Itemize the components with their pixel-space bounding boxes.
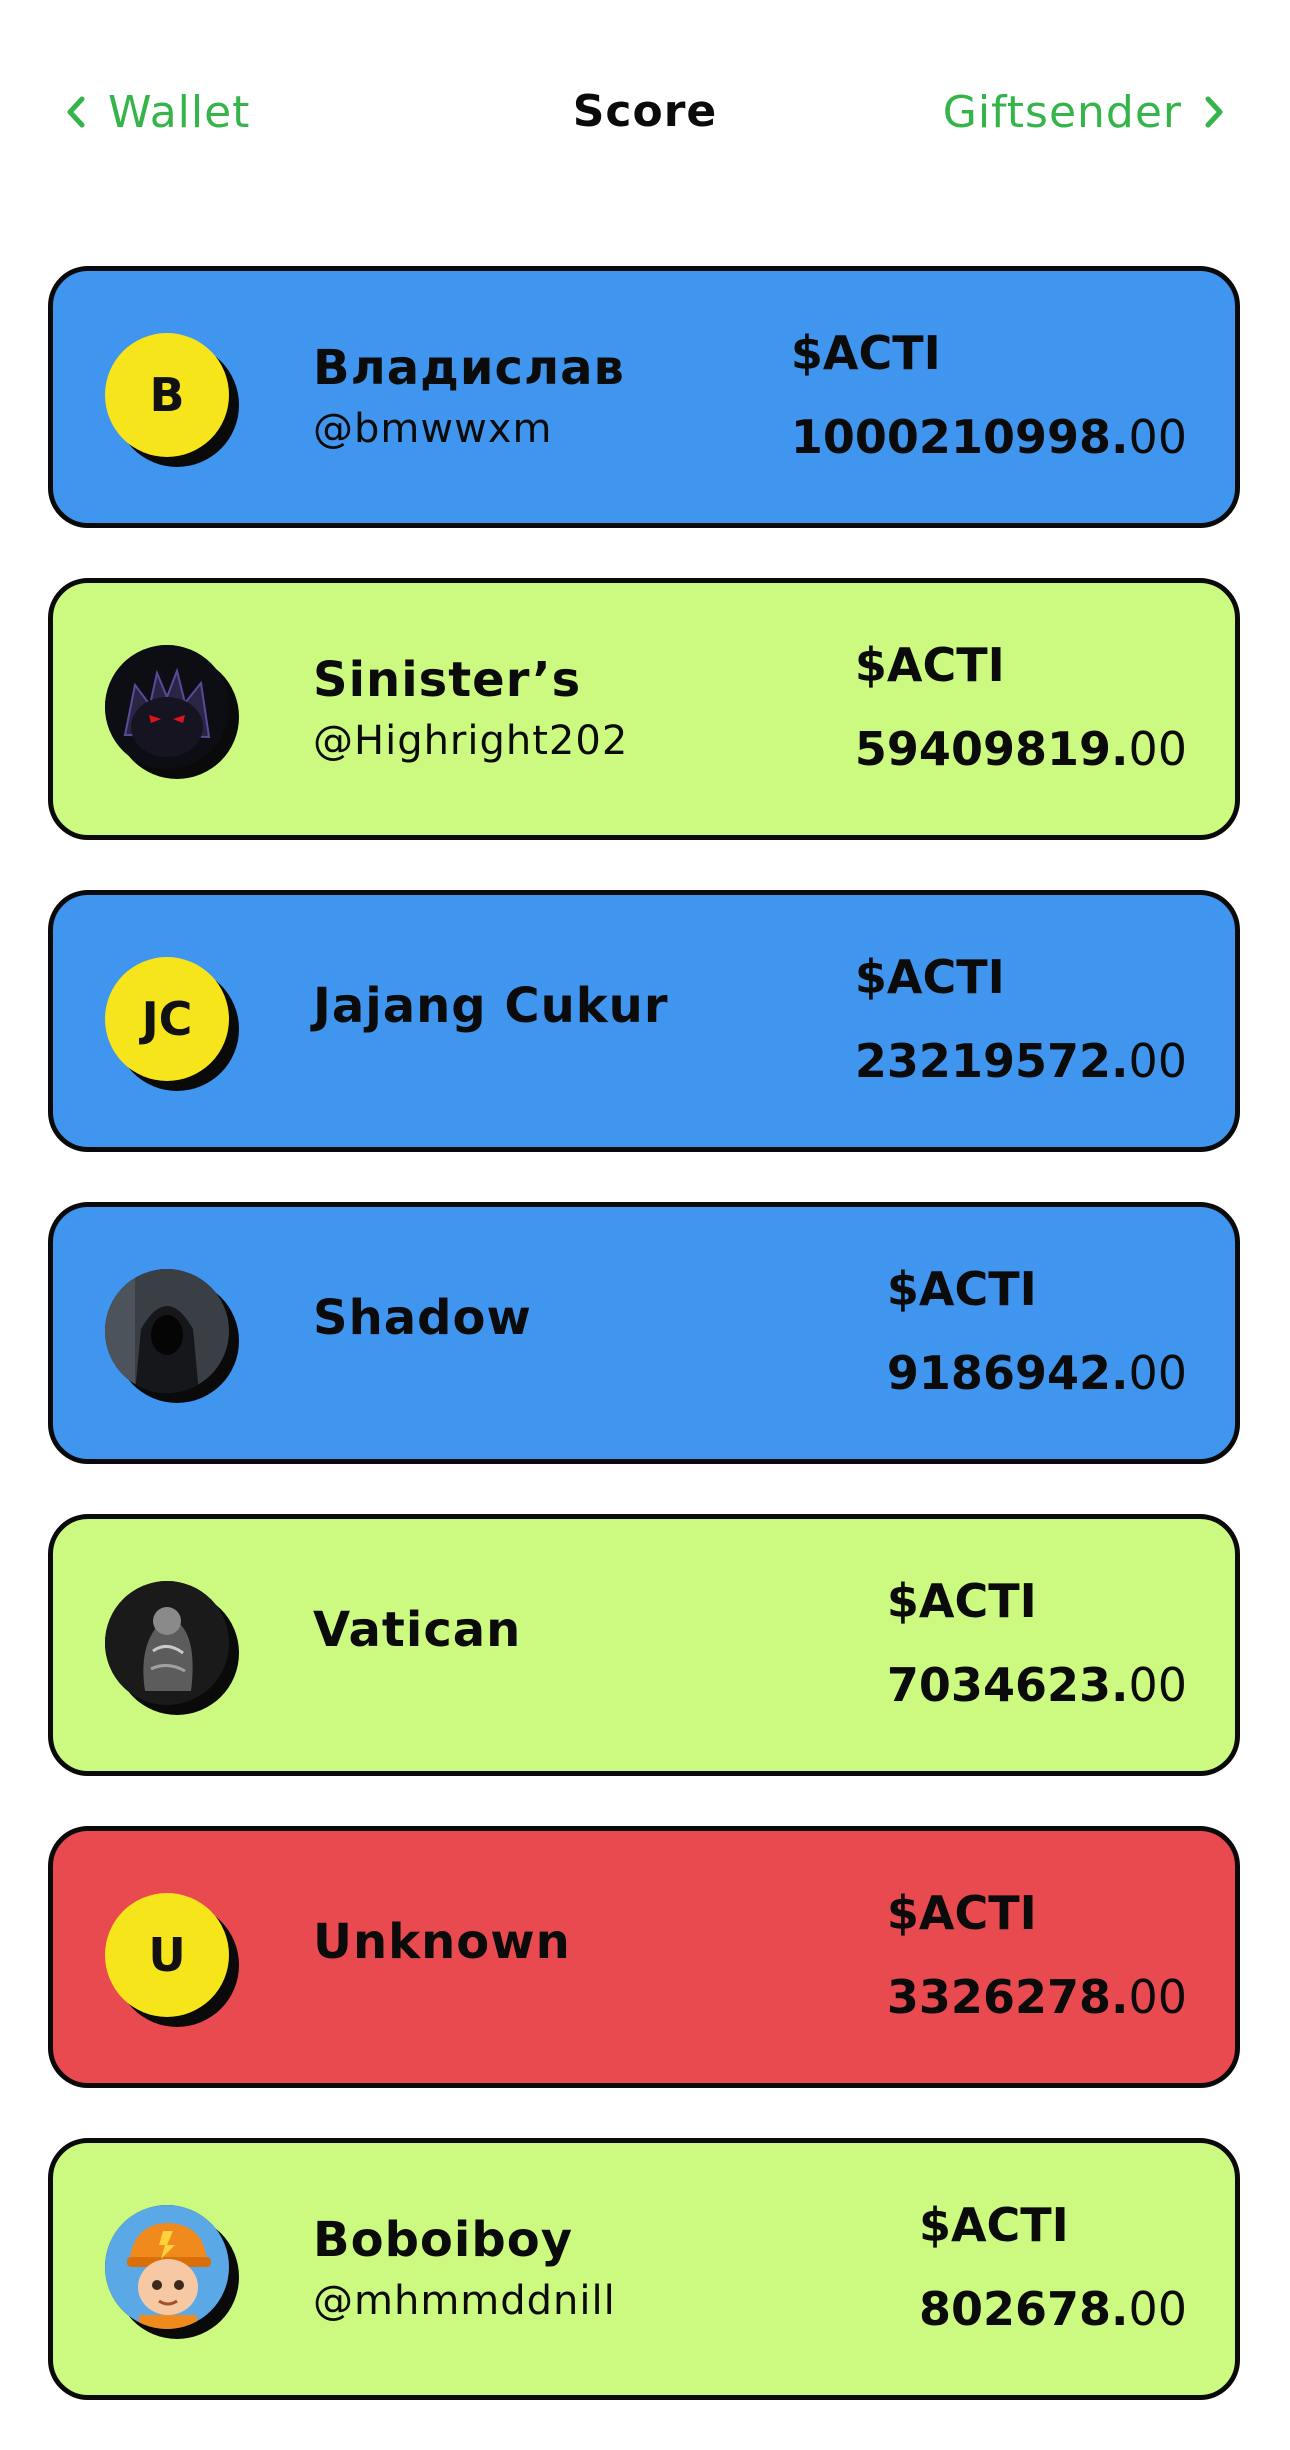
- amount-value: 59409819.00: [855, 719, 1187, 779]
- chevron-right-icon: [1205, 96, 1223, 128]
- amount-integer: 802678.: [918, 2282, 1129, 2336]
- currency-label: $ACTI: [886, 1574, 1037, 1628]
- score-card[interactable]: Vatican $ACTI 7034623.00: [48, 1514, 1240, 1776]
- amount-value: 802678.00: [919, 2279, 1187, 2339]
- amount-integer: 9186942.: [886, 1346, 1129, 1400]
- score-card[interactable]: JC Jajang Cukur $ACTI 23219572.00: [48, 890, 1240, 1152]
- currency-label: $ACTI: [886, 1262, 1037, 1316]
- forward-to-giftsender-link[interactable]: Giftsender: [943, 82, 1224, 142]
- amount-decimal: 00: [1128, 722, 1187, 776]
- score-amount: $ACTI 9186942.00: [887, 1259, 1187, 1403]
- amount-value: 23219572.00: [855, 1031, 1187, 1091]
- currency-label: $ACTI: [918, 2198, 1069, 2252]
- user-handle: @mhmmddnill: [313, 2278, 616, 2324]
- user-handle: @Highright202: [313, 718, 629, 764]
- avatar: [105, 645, 241, 781]
- user-info: Sinister’s @Highright202: [313, 583, 628, 835]
- score-amount: $ACTI 7034623.00: [887, 1571, 1187, 1715]
- top-navigation-bar: Wallet Score Giftsender: [0, 0, 1290, 230]
- user-name: Sinister’s: [313, 652, 582, 708]
- amount-decimal: 00: [1128, 1034, 1187, 1088]
- avatar: [105, 2205, 241, 2341]
- user-name: Владислав: [313, 340, 625, 396]
- forward-link-label: Giftsender: [942, 86, 1182, 138]
- score-card[interactable]: U Unknown $ACTI 3326278.00: [48, 1826, 1240, 2088]
- score-amount: $ACTI 23219572.00: [855, 947, 1187, 1091]
- amount-decimal: 00: [1128, 1658, 1187, 1712]
- score-card[interactable]: Boboiboy @mhmmddnill $ACTI 802678.00: [48, 2138, 1240, 2400]
- amount-integer: 23219572.: [854, 1034, 1129, 1088]
- user-info: Shadow: [313, 1207, 532, 1459]
- user-handle: @bmwwxm: [313, 406, 553, 452]
- currency-label: $ACTI: [790, 326, 941, 380]
- user-name: Unknown: [313, 1914, 571, 1970]
- user-info: Vatican: [313, 1519, 521, 1771]
- demon-avatar-icon: [105, 645, 229, 769]
- avatar-initials: JC: [105, 957, 229, 1081]
- user-name: Boboiboy: [313, 2212, 573, 2268]
- avatar: [105, 1269, 241, 1405]
- user-name: Vatican: [313, 1602, 522, 1658]
- avatar: U: [105, 1893, 241, 2029]
- cartoon-boy-avatar-icon: [105, 2205, 229, 2329]
- amount-integer: 59409819.: [854, 722, 1129, 776]
- avatar: JC: [105, 957, 241, 1093]
- avatar-initials: U: [105, 1893, 229, 2017]
- currency-label: $ACTI: [854, 950, 1005, 1004]
- avatar: B: [105, 333, 241, 469]
- amount-decimal: 00: [1128, 1346, 1187, 1400]
- amount-integer: 7034623.: [886, 1658, 1129, 1712]
- user-info: Владислав @bmwwxm: [313, 271, 625, 523]
- amount-value: 9186942.00: [887, 1343, 1187, 1403]
- user-name: Jajang Cukur: [313, 978, 669, 1034]
- score-card[interactable]: Shadow $ACTI 9186942.00: [48, 1202, 1240, 1464]
- score-card[interactable]: B Владислав @bmwwxm $ACTI 1000210998.00: [48, 266, 1240, 528]
- score-card[interactable]: Sinister’s @Highright202 $ACTI 59409819.…: [48, 578, 1240, 840]
- avatar-initials: B: [105, 333, 229, 457]
- score-amount: $ACTI 802678.00: [919, 2195, 1187, 2339]
- user-name: Shadow: [313, 1290, 532, 1346]
- score-list: B Владислав @bmwwxm $ACTI 1000210998.00: [48, 266, 1240, 2450]
- currency-label: $ACTI: [854, 638, 1005, 692]
- score-amount: $ACTI 3326278.00: [887, 1883, 1187, 2027]
- amount-decimal: 00: [1128, 2282, 1187, 2336]
- amount-integer: 1000210998.: [790, 410, 1129, 464]
- user-info: Boboiboy @mhmmddnill: [313, 2143, 616, 2395]
- avatar: [105, 1581, 241, 1717]
- amount-value: 3326278.00: [887, 1967, 1187, 2027]
- user-info: Jajang Cukur: [313, 895, 669, 1147]
- user-info: Unknown: [313, 1831, 571, 2083]
- score-amount: $ACTI 1000210998.00: [791, 323, 1187, 467]
- amount-value: 1000210998.00: [791, 407, 1187, 467]
- score-amount: $ACTI 59409819.00: [855, 635, 1187, 779]
- amount-integer: 3326278.: [886, 1970, 1129, 2024]
- currency-label: $ACTI: [886, 1886, 1037, 1940]
- statue-avatar-icon: [105, 1581, 229, 1705]
- hooded-figure-avatar-icon: [105, 1269, 229, 1393]
- amount-value: 7034623.00: [887, 1655, 1187, 1715]
- amount-decimal: 00: [1128, 410, 1187, 464]
- amount-decimal: 00: [1128, 1970, 1187, 2024]
